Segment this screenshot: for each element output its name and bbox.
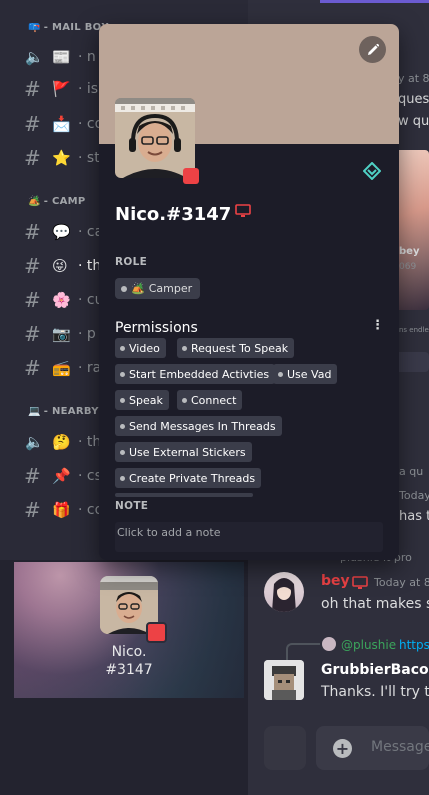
message-author[interactable]: bey [321,573,350,589]
add-attachment-icon[interactable]: + [333,739,352,758]
permission-pill: Request To Speak [177,338,295,358]
hash-icon: # [24,498,41,522]
message-input-placeholder[interactable]: Message [371,739,429,755]
message-text: ques [398,92,429,107]
hash-icon: # [24,254,41,278]
user-avatar[interactable] [264,660,304,700]
monitor-icon [235,202,252,223]
user-profile-popout: Nico.#3147 ROLE 🏕️ Camper Permissions ⋮ … [99,24,399,560]
permission-pill-partial [115,493,253,497]
message-text: oh that makes se [321,596,429,612]
permission-pill: Connect [177,390,243,410]
reply-preview: a qu [399,465,424,478]
hash-icon: # [24,322,41,346]
category-camp[interactable]: 🏕️ - CAMP [28,196,86,207]
permission-pill: Video [115,338,166,358]
dnd-status-icon [183,168,199,184]
voice-user-tag: #3147 [105,662,153,678]
hash-icon: # [24,464,41,488]
more-options-icon[interactable]: ⋮ [371,318,384,333]
reply-author[interactable]: @plushie [341,638,396,652]
pencil-icon [367,43,379,55]
embed-footer: ns endless [399,326,429,334]
hash-icon: # [24,77,41,101]
message-timestamp: Today [399,489,429,502]
profile-username: Nico.#3147 [115,202,252,225]
message-text: Thanks. I'll try th [321,684,429,700]
embed-title: bey [399,246,420,257]
speaker-icon: 🔈 [25,48,44,66]
message-timestamp: Today at 8 [374,576,429,589]
role-heading: ROLE [115,256,148,268]
permission-pill: Use External Stickers [115,442,252,462]
voice-user-tile[interactable]: Nico. #3147 [14,562,244,698]
note-heading: NOTE [115,500,149,512]
hash-icon: # [24,220,41,244]
profile-avatar[interactable] [115,98,195,178]
hash-icon: # [24,112,41,136]
category-nearby[interactable]: 💻 - NEARBY [28,406,99,417]
message-text: w qu [398,114,429,129]
monitor-icon [352,575,368,594]
user-avatar[interactable] [264,572,304,612]
permissions-heading: Permissions [115,320,198,336]
reply-avatar [322,637,336,651]
voice-user-name: Nico. [111,644,147,660]
permission-pill: Send Messages In Threads [115,416,282,436]
message-text: has t [399,509,429,524]
edit-profile-button[interactable] [359,36,386,63]
hash-icon: # [24,146,41,170]
permission-pill: Use Vad [273,364,338,384]
pixel-avatar-icon [264,660,304,700]
role-color-dot [121,285,127,292]
dnd-status-icon [146,622,167,643]
reply-connector [286,643,320,661]
permission-pill: Create Private Threads [115,468,262,488]
user-photo-icon [115,98,195,178]
embed-subtitle: 069 [399,262,417,272]
nitro-badge-icon[interactable] [362,161,382,184]
permission-pill: Speak [115,390,169,410]
composer-side-panel [264,726,306,770]
anime-avatar-icon [272,578,296,612]
permission-pill: Start Embedded Activties [115,364,276,384]
message-timestamp: y at 8 [398,72,429,85]
top-accent-bar [320,0,429,3]
message-composer[interactable]: + Message [316,726,429,770]
hash-icon: # [24,288,41,312]
message-author[interactable]: GrubbierBacon8 [321,662,429,678]
note-input[interactable]: Click to add a note [115,522,383,552]
role-pill[interactable]: 🏕️ Camper [115,278,201,299]
category-mail-box[interactable]: 📪 - MAIL BOX [28,22,109,33]
speaker-icon: 🔈 [25,433,44,451]
reply-link[interactable]: https [399,638,429,652]
hash-icon: # [24,356,41,380]
